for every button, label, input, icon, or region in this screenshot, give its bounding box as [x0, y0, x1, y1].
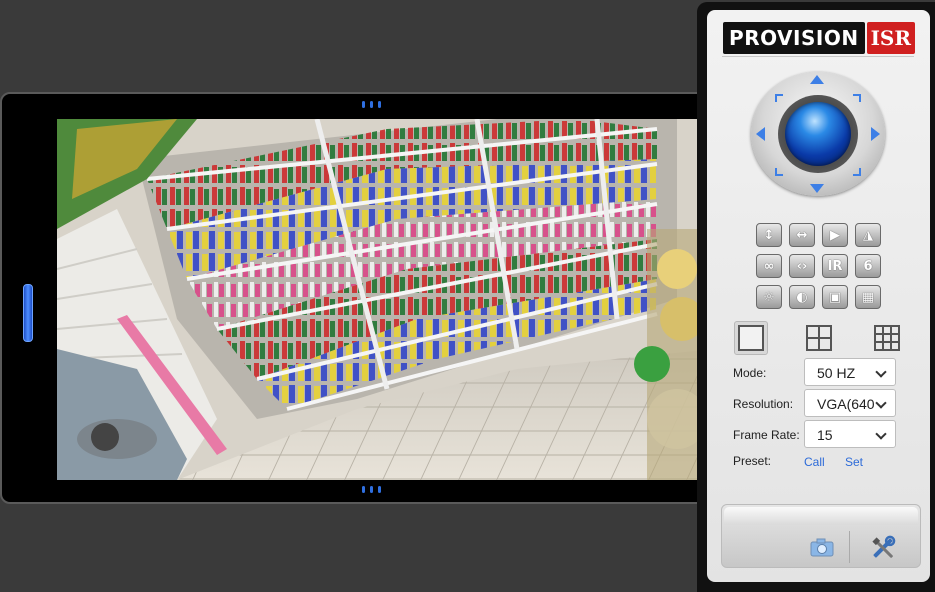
video-frame [0, 92, 714, 504]
mirror-button[interactable]: ◮ [855, 223, 881, 247]
brand-logo: PROVISION ISR [723, 20, 915, 56]
flip-horizontal-button[interactable]: ↔ [789, 223, 815, 247]
mirror-icon: ◮ [863, 227, 873, 243]
settings-tools-icon[interactable] [868, 533, 898, 563]
quad-view-icon [806, 325, 832, 351]
pan-right-icon[interactable] [871, 127, 880, 141]
layout-single-button[interactable] [734, 321, 768, 355]
pan-left-icon[interactable] [756, 127, 765, 141]
ir-icon: IR [827, 258, 843, 274]
resolution-value: VGA(640 [817, 396, 875, 412]
chevron-down-icon [875, 366, 887, 378]
flip-vertical-icon: ↕ [763, 227, 775, 243]
flip-vertical-button[interactable]: ↕ [756, 223, 782, 247]
flip-horizontal-icon: ↔ [796, 227, 808, 243]
toolbar-gloss [724, 507, 918, 525]
loop-icon: ∞ [763, 258, 775, 274]
camera-snapshot-icon[interactable] [810, 537, 834, 557]
six-icon: 6 [863, 258, 873, 274]
pan-down-left-icon[interactable] [775, 168, 783, 176]
lens-center-icon[interactable] [785, 102, 851, 166]
resolution-label: Resolution: [733, 397, 794, 411]
layout-quad-button[interactable] [802, 321, 836, 355]
ir-button[interactable]: IR [822, 254, 848, 278]
control-panel: PROVISION ISR ↕ ↔ ▶ ◮ ∞ ‹› IR 6 ☼ ◐ ▣ ▦ [707, 10, 930, 582]
toolbar-divider [849, 531, 850, 563]
camera-video-feed[interactable] [57, 119, 714, 480]
code-button[interactable]: ‹› [789, 254, 815, 278]
camera-control-buttons: ↕ ↔ ▶ ◮ ∞ ‹› IR 6 ☼ ◐ ▣ ▦ [756, 223, 881, 309]
picture-icon: ▣ [828, 289, 842, 305]
pan-up-right-icon[interactable] [853, 94, 861, 102]
preset-call-link[interactable]: Call [804, 455, 825, 469]
pan-up-left-icon[interactable] [775, 94, 783, 102]
contrast-icon: ◐ [796, 289, 808, 305]
pan-up-icon[interactable] [810, 75, 824, 84]
logo-divider [722, 56, 914, 57]
contrast-button[interactable]: ◐ [789, 285, 815, 309]
mode-label: Mode: [733, 366, 767, 380]
resolution-select[interactable]: VGA(640 [804, 389, 896, 417]
chevron-down-icon [875, 397, 887, 409]
view-layout-selector [734, 320, 904, 356]
logo-accent-text: ISR [866, 22, 915, 54]
frame-rate-select[interactable]: 15 [804, 420, 896, 448]
mirror-play-icon: ▶ [830, 227, 840, 243]
mode-select[interactable]: 50 HZ [804, 358, 896, 386]
brightness-button[interactable]: ☼ [756, 285, 782, 309]
bottom-drag-handle[interactable] [362, 486, 381, 493]
six-button[interactable]: 6 [855, 254, 881, 278]
brightness-icon: ☼ [763, 289, 775, 305]
pan-down-icon[interactable] [810, 184, 824, 193]
chevron-down-icon [875, 428, 887, 440]
loop-button[interactable]: ∞ [756, 254, 782, 278]
top-drag-handle[interactable] [362, 101, 381, 108]
side-drag-handle[interactable] [23, 284, 33, 342]
frame-rate-label: Frame Rate: [733, 428, 800, 442]
single-view-icon [738, 325, 764, 351]
color-icon: ▦ [861, 289, 875, 305]
color-button[interactable]: ▦ [855, 285, 881, 309]
code-icon: ‹› [796, 258, 808, 274]
pan-down-right-icon[interactable] [853, 168, 861, 176]
mode-value: 50 HZ [817, 365, 856, 381]
frame-rate-value: 15 [817, 427, 833, 443]
mirror-play-button[interactable]: ▶ [822, 223, 848, 247]
layout-nine-button[interactable] [870, 321, 904, 355]
preset-set-link[interactable]: Set [845, 455, 863, 469]
nine-view-icon [874, 325, 900, 351]
ptz-control [751, 72, 885, 196]
logo-main-text: PROVISION [723, 22, 865, 54]
preset-label: Preset: [733, 454, 772, 468]
store-scene-image [57, 119, 714, 480]
bottom-toolbar [721, 504, 921, 568]
picture-button[interactable]: ▣ [822, 285, 848, 309]
